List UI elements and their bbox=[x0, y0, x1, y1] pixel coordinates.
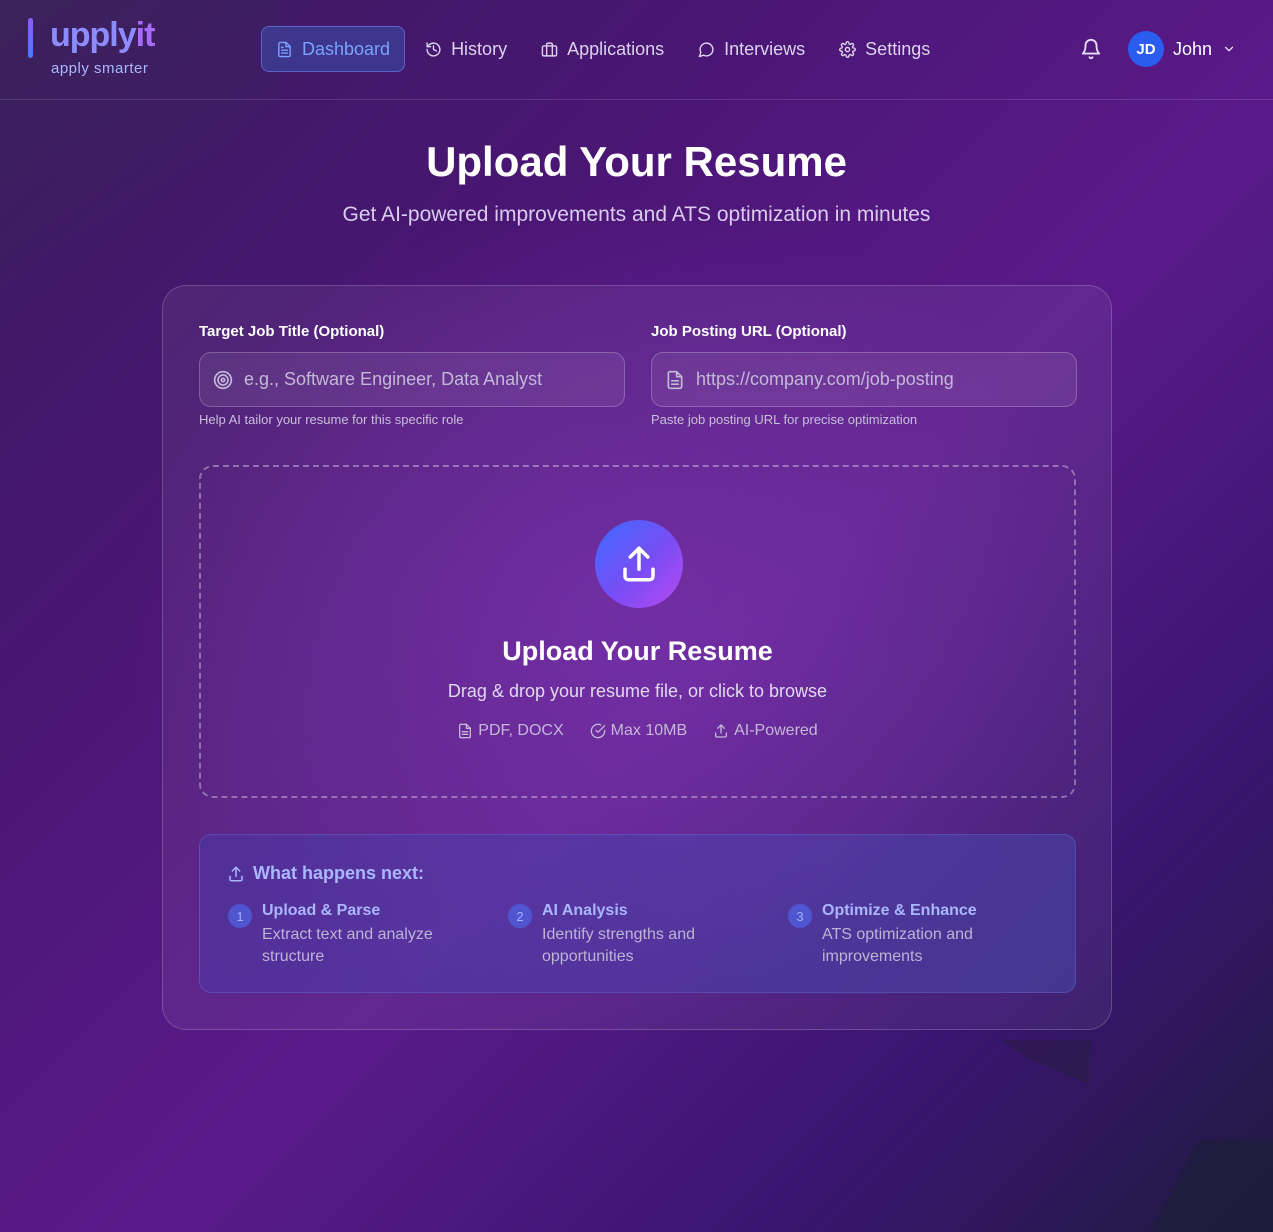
nav-item-applications[interactable]: Applications bbox=[527, 26, 678, 72]
dropzone-features: PDF, DOCX Max 10MB AI-Powered bbox=[201, 722, 1074, 740]
page-title: Upload Your Resume bbox=[426, 138, 847, 185]
nav-item-dashboard[interactable]: Dashboard bbox=[261, 26, 406, 72]
step-title: Optimize & Enhance bbox=[822, 902, 977, 919]
bell-icon bbox=[1081, 39, 1101, 60]
job-title-help: Help AI tailor your resume for this spec… bbox=[199, 412, 464, 427]
page-subtitle: Get AI-powered improvements and ATS opti… bbox=[342, 203, 931, 226]
nav-label: Dashboard bbox=[302, 38, 391, 59]
gear-icon bbox=[839, 40, 857, 58]
upload-card: Target Job Title (Optional) Help AI tail… bbox=[162, 285, 1112, 1030]
nav-item-settings[interactable]: Settings bbox=[825, 26, 944, 72]
step-number: 3 bbox=[788, 904, 812, 928]
nav-label: Applications bbox=[567, 38, 665, 59]
step-description: Identify strengths and opportunities bbox=[542, 926, 695, 965]
briefcase-icon bbox=[541, 41, 558, 57]
chevron-down-icon bbox=[1224, 46, 1234, 52]
step-description: Extract text and analyze structure bbox=[262, 926, 433, 965]
dropzone-title: Upload Your Resume bbox=[502, 636, 773, 666]
check-circle-icon bbox=[590, 723, 605, 739]
logo-wordmark: upplyit bbox=[50, 16, 155, 54]
next-steps-panel: What happens next: 1 Upload & Parse Extr… bbox=[199, 834, 1076, 993]
history-icon bbox=[426, 41, 441, 57]
brand-logo[interactable]: upplyit apply smarter bbox=[28, 14, 178, 84]
job-title-input[interactable] bbox=[244, 353, 614, 406]
target-icon bbox=[213, 370, 233, 390]
feature-ai-powered: AI-Powered bbox=[713, 722, 818, 740]
step-description: ATS optimization and improvements bbox=[822, 926, 973, 965]
background-shape bbox=[1150, 1140, 1273, 1232]
nav-label: Interviews bbox=[724, 38, 806, 59]
nav-label: Settings bbox=[865, 38, 931, 59]
file-icon bbox=[459, 723, 472, 739]
notifications-button[interactable] bbox=[1080, 38, 1102, 60]
background-shape bbox=[1000, 1040, 1090, 1085]
document-icon bbox=[278, 41, 291, 57]
chat-bubble-icon bbox=[698, 41, 714, 57]
logo-tagline: apply smarter bbox=[51, 60, 149, 77]
top-header: upplyit apply smarter Dashboard History … bbox=[0, 0, 1273, 100]
job-url-help: Paste job posting URL for precise optimi… bbox=[651, 412, 918, 427]
dropzone-subtitle: Drag & drop your resume file, or click t… bbox=[447, 681, 828, 701]
upload-icon bbox=[623, 546, 655, 582]
job-url-field bbox=[651, 352, 1077, 407]
job-url-input[interactable] bbox=[696, 353, 1066, 406]
feature-file-types: PDF, DOCX bbox=[457, 722, 564, 740]
main-nav: Dashboard History Applications Interview… bbox=[261, 26, 950, 72]
job-title-field bbox=[199, 352, 625, 407]
next-steps-title: What happens next: bbox=[227, 863, 424, 884]
nav-label: History bbox=[451, 38, 508, 59]
nav-item-history[interactable]: History bbox=[411, 26, 521, 72]
step-title: AI Analysis bbox=[542, 902, 628, 919]
step-number: 2 bbox=[508, 904, 532, 928]
document-icon bbox=[667, 370, 683, 390]
upload-icon bbox=[229, 866, 243, 881]
step-number: 1 bbox=[228, 904, 252, 928]
logo-bar bbox=[28, 18, 33, 58]
nav-item-interviews[interactable]: Interviews bbox=[684, 26, 819, 72]
job-url-label: Job Posting URL (Optional) bbox=[651, 323, 847, 340]
step-title: Upload & Parse bbox=[262, 902, 381, 919]
user-name: John bbox=[1173, 38, 1213, 59]
job-title-label: Target Job Title (Optional) bbox=[199, 323, 385, 340]
upload-button[interactable] bbox=[595, 520, 683, 608]
upload-icon bbox=[715, 724, 728, 738]
resume-dropzone[interactable]: Upload Your Resume Drag & drop your resu… bbox=[199, 465, 1076, 798]
avatar: JD bbox=[1128, 31, 1164, 67]
feature-max-size: Max 10MB bbox=[590, 722, 687, 740]
user-menu[interactable]: JD John bbox=[1128, 31, 1236, 67]
